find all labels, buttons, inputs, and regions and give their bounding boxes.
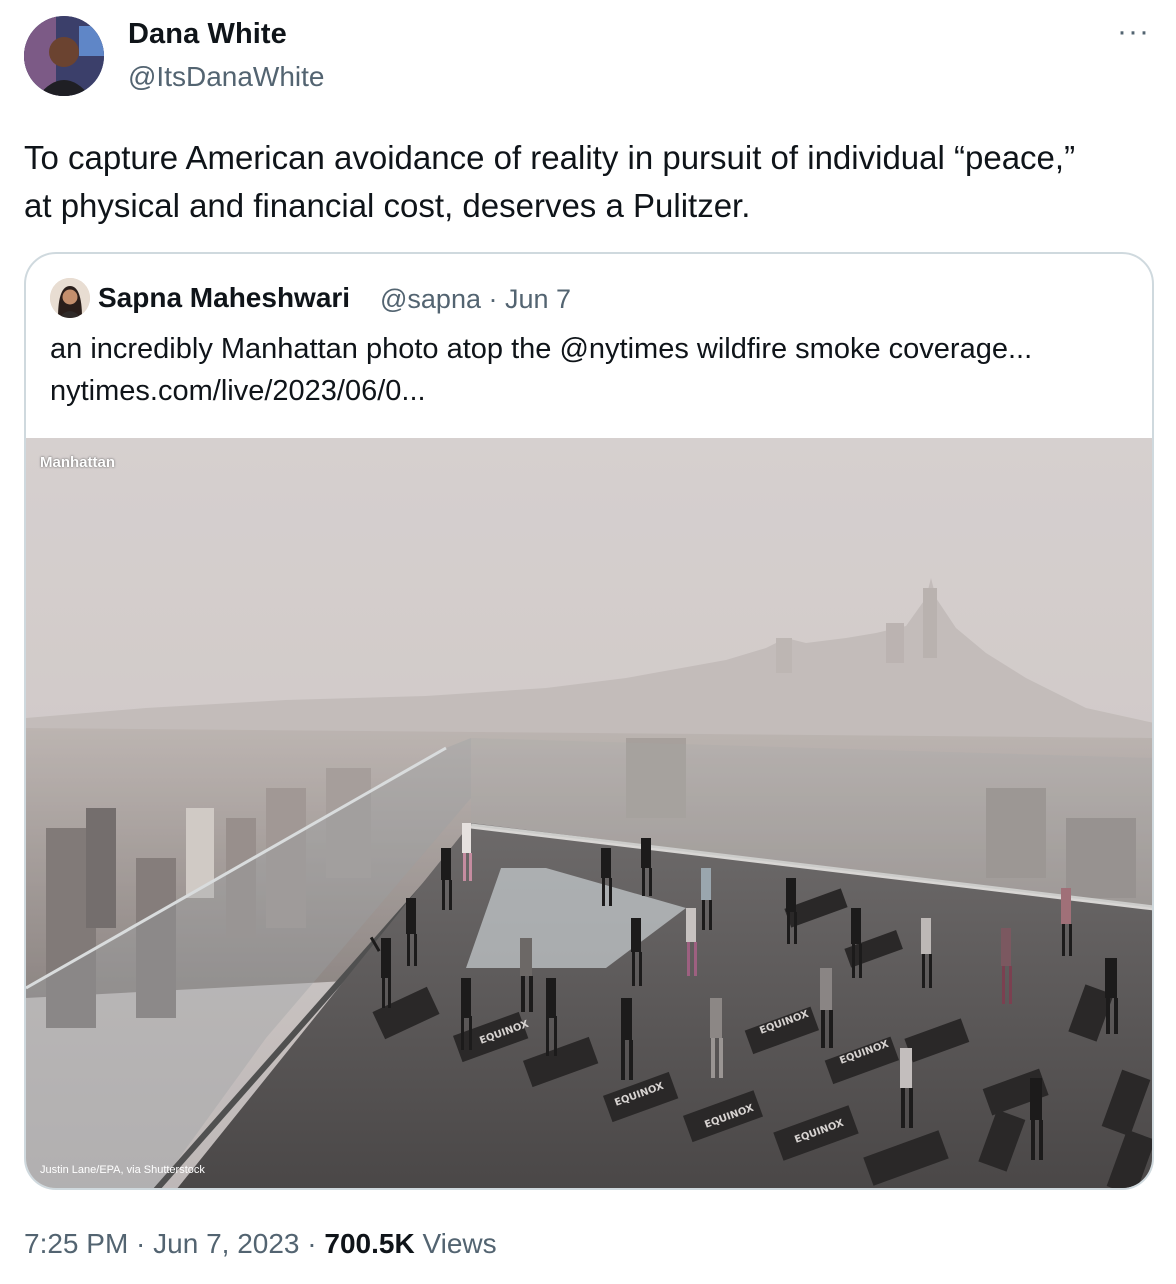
quoted-text: an incredibly Manhattan photo atop the @… — [50, 328, 1130, 412]
more-options-icon[interactable]: ··· — [1117, 17, 1150, 47]
author-avatar[interactable] — [24, 16, 104, 96]
photo-location-tag: Manhattan — [40, 454, 115, 471]
tweet-meta-footer: 7:25 PM · Jun 7, 2023 · 700.5K Views — [24, 1228, 497, 1260]
tweet-text-line: To capture American avoidance of reality… — [24, 139, 1076, 176]
quoted-text-link[interactable]: nytimes.com/live/2023/06/0... — [50, 370, 1130, 412]
quoted-media-photo[interactable]: EQUINOX EQUINOX EQUINOX EQUINOX EQUINOX … — [26, 438, 1152, 1188]
quoted-text-line: an incredibly Manhattan photo atop the @… — [50, 333, 1033, 365]
rooftop-yoga-photo: EQUINOX EQUINOX EQUINOX EQUINOX EQUINOX … — [26, 438, 1152, 1188]
quoted-tweet-card[interactable]: Sapna Maheshwari @sapna · Jun 7 an incre… — [24, 252, 1154, 1190]
avatar-photo-icon — [24, 16, 104, 96]
timestamp[interactable]: 7:25 PM · Jun 7, 2023 · — [24, 1228, 324, 1259]
author-name[interactable]: Dana White — [128, 18, 287, 51]
tweet-text: To capture American avoidance of reality… — [24, 134, 1154, 230]
quoted-author-name: Sapna Maheshwari — [98, 282, 351, 313]
photo-credit: Justin Lane/EPA, via Shutterstock — [40, 1164, 205, 1176]
avatar-photo-icon — [50, 278, 90, 318]
quoted-author-avatar — [50, 278, 90, 318]
views-label: Views — [414, 1228, 497, 1259]
tweet-text-line: at physical and financial cost, deserves… — [24, 187, 751, 224]
quoted-handle-date: @sapna · Jun 7 — [380, 284, 572, 314]
author-handle[interactable]: @ItsDanaWhite — [128, 61, 325, 93]
views-count: 700.5K — [324, 1228, 415, 1259]
